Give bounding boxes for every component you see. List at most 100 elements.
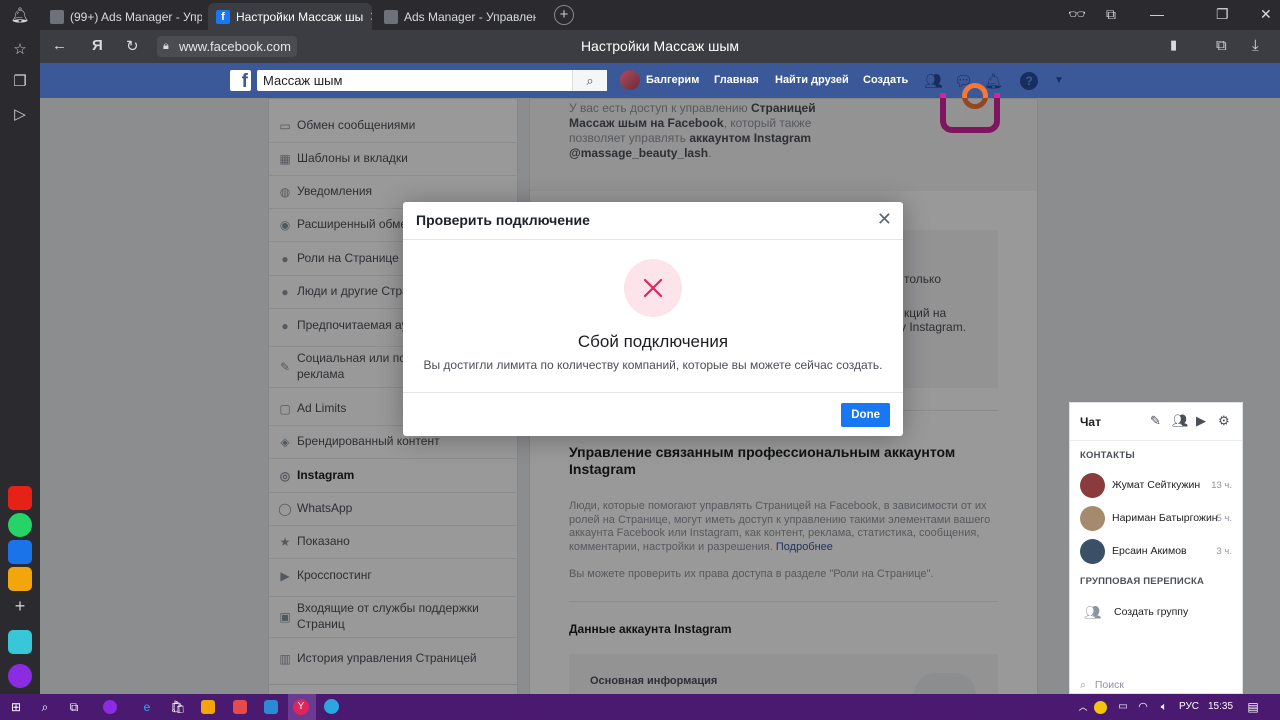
store-icon[interactable]: 🛍︎ <box>169 698 187 716</box>
windows-start-icon[interactable]: ⊞ <box>7 698 25 716</box>
video-call-icon[interactable]: ▶ <box>1196 413 1206 429</box>
youtube-icon[interactable] <box>8 486 32 510</box>
create-group-button[interactable]: 👥︎ Создать группу <box>1070 597 1242 627</box>
chat-title: Чат <box>1080 415 1101 429</box>
error-icon <box>624 259 682 317</box>
volume-icon[interactable]: 🔈︎ <box>1155 698 1173 716</box>
nav-home[interactable]: Главная <box>714 74 759 86</box>
contact-item[interactable]: Жумат Сейткужин 13 ч. <box>1070 470 1242 500</box>
yandex-browser-icon[interactable]: Y <box>293 699 309 715</box>
contact-name: Ерсаин Акимов <box>1112 545 1187 557</box>
taskbar: ⊞ ⌕ ⧉ e 🛍︎ Y ︿ ▭ ◠ 🔈︎ РУС 15:35 ▤ <box>0 694 1280 720</box>
messenger-app-icon[interactable] <box>8 630 32 654</box>
tab-bar: (99+) Ads Manager - Упра f Настройки Мас… <box>40 0 1280 30</box>
chat-search[interactable]: ⌕ Поиск <box>1080 679 1124 692</box>
docs-icon[interactable] <box>8 540 32 564</box>
tab-settings[interactable]: f Настройки Массаж шы ✕ <box>208 3 372 30</box>
mail-icon[interactable] <box>264 700 278 714</box>
chat-header: Чат ✎ 👥︎ ▶ ⚙ <box>1070 403 1242 441</box>
contact-name: Жумат Сейткужин <box>1112 479 1201 491</box>
chevron-down-icon[interactable]: ▼ <box>1054 75 1064 86</box>
nav-find-friends[interactable]: Найти друзей <box>775 74 849 86</box>
compose-icon[interactable]: ✎ <box>1150 413 1161 429</box>
tab-title: Ads Manager - Управлени <box>404 9 536 24</box>
dialog-header: Проверить подключение ✕ <box>403 202 903 240</box>
pdf-icon[interactable] <box>233 700 247 714</box>
help-icon[interactable]: ? <box>1020 72 1038 90</box>
telegram-icon[interactable] <box>324 699 339 714</box>
people-icon: 👥︎ <box>1083 604 1102 620</box>
add-icon[interactable]: + <box>8 594 32 618</box>
search-icon: ⌕ <box>1080 679 1086 691</box>
alice-icon[interactable] <box>103 700 117 714</box>
tab-title: (99+) Ads Manager - Упра <box>70 9 202 24</box>
search-input[interactable] <box>257 70 607 91</box>
search-icon[interactable]: ⌕ <box>36 698 54 716</box>
reader-mode-icon[interactable]: 👓︎ <box>1068 6 1086 23</box>
avatar <box>1080 473 1105 498</box>
page-title: Настройки Массаж шым <box>580 38 740 54</box>
address-bar: ← Я ↻ 🔒︎ www.facebook.com Настройки Масс… <box>40 30 1280 63</box>
new-tab-button[interactable]: + <box>554 5 574 25</box>
bookmark-icon[interactable]: ▮ <box>1170 37 1177 53</box>
copy-icon[interactable]: ⧉ <box>1106 6 1116 23</box>
minimize-icon[interactable]: — <box>1150 6 1164 22</box>
collections-icon[interactable]: ❐ <box>10 72 30 92</box>
group-chat-label: ГРУППОВАЯ ПЕРЕПИСКА <box>1080 576 1205 587</box>
play-icon[interactable]: ▷ <box>10 105 30 125</box>
language-indicator[interactable]: РУС <box>1179 701 1199 712</box>
close-icon[interactable]: ✕ <box>877 210 892 228</box>
maximize-icon[interactable]: ❐ <box>1216 6 1229 23</box>
tray-chevron-icon[interactable]: ︿ <box>1074 698 1092 716</box>
contact-name: Нариман Батыргожин <box>1112 512 1218 524</box>
facebook-header: f ⌕ Балгерим Главная Найти друзей Создат… <box>40 63 1280 98</box>
tab-ads-manager-2[interactable]: Ads Manager - Управлени <box>376 3 536 30</box>
user-name: Балгерим <box>646 74 700 86</box>
nav-create[interactable]: Создать <box>863 74 908 86</box>
new-group-icon[interactable]: 👥︎ <box>1172 413 1189 429</box>
notifications-icon[interactable]: ▤ <box>1244 698 1262 716</box>
mail-icon[interactable] <box>8 567 32 591</box>
tray-status-icon[interactable]: ▭ <box>1114 698 1132 716</box>
tray-app-icon[interactable] <box>1094 701 1107 714</box>
notifications-icon[interactable]: 🔔︎ <box>984 72 1003 90</box>
create-group-label: Создать группу <box>1114 606 1189 618</box>
download-icon[interactable]: ⤓ <box>1252 37 1259 54</box>
explorer-icon[interactable] <box>201 700 215 714</box>
dialog-title: Проверить подключение <box>416 212 590 228</box>
extensions-icon[interactable]: ⧉ <box>1216 37 1227 54</box>
contacts-label: КОНТАКТЫ <box>1080 450 1135 461</box>
task-view-icon[interactable]: ⧉ <box>65 698 83 716</box>
contact-item[interactable]: Ерсаин Акимов 3 ч. <box>1070 536 1242 566</box>
bell-icon[interactable]: 🔔︎ <box>10 6 30 26</box>
wifi-icon[interactable]: ◠ <box>1134 698 1152 716</box>
check-connection-dialog: Проверить подключение ✕ Сбой подключения… <box>403 202 903 436</box>
contact-time: 5 ч. <box>1216 513 1232 524</box>
edge-icon[interactable]: e <box>138 698 156 716</box>
avatar <box>1080 539 1105 564</box>
star-icon[interactable]: ☆ <box>10 40 30 60</box>
contact-item[interactable]: Нариман Батыргожин 5 ч. <box>1070 503 1242 533</box>
dialog-message: Вы достигли лимита по количеству компани… <box>423 358 883 372</box>
dialog-heading: Сбой подключения <box>577 332 729 351</box>
tab-ads-manager-1[interactable]: (99+) Ads Manager - Упра <box>42 3 202 30</box>
friend-requests-icon[interactable]: 👥︎ <box>924 72 943 90</box>
whatsapp-icon[interactable] <box>8 513 32 537</box>
facebook-logo-icon[interactable]: f <box>230 70 251 92</box>
chat-panel: Чат ✎ 👥︎ ▶ ⚙ КОНТАКТЫ Жумат Сейткужин 13… <box>1069 402 1243 694</box>
tab-title: Настройки Массаж шы <box>236 9 364 24</box>
dialog-footer: Done <box>403 392 903 436</box>
page-icon <box>50 9 64 24</box>
close-window-icon[interactable]: ✕ <box>1260 6 1272 23</box>
page-icon <box>384 9 398 24</box>
contact-time: 13 ч. <box>1211 480 1232 491</box>
contact-time: 3 ч. <box>1216 546 1232 557</box>
close-tab-icon[interactable]: ✕ <box>369 9 372 25</box>
search-icon[interactable]: ⌕ <box>572 70 607 91</box>
done-button[interactable]: Done <box>841 403 890 427</box>
gear-icon[interactable]: ⚙ <box>1218 413 1230 429</box>
clock[interactable]: 15:35 <box>1208 701 1233 712</box>
alice-icon[interactable] <box>8 664 32 688</box>
profile-link[interactable]: Балгерим <box>620 70 699 90</box>
chat-search-placeholder: Поиск <box>1094 679 1124 691</box>
